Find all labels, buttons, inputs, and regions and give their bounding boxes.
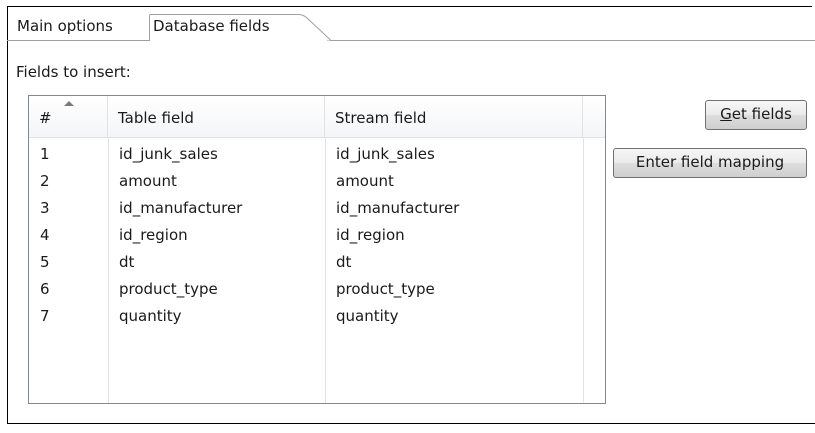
table-row[interactable]: 6 product_type product_type [29, 278, 605, 305]
stream-field-cell[interactable]: quantity [325, 305, 399, 332]
panel-bottom-border [7, 423, 815, 424]
row-number: 2 [40, 172, 50, 190]
stream-field-cell[interactable]: product_type [325, 278, 435, 305]
table-header: # Table field Stream field [29, 96, 605, 138]
row-number: 7 [40, 307, 50, 325]
table-field-cell[interactable]: id_manufacturer [108, 197, 242, 224]
stream-field-cell[interactable]: id_region [325, 224, 405, 251]
table-field-cell[interactable]: quantity [108, 305, 182, 332]
tab-database-fields[interactable]: Database fields [149, 14, 335, 41]
table-row-empty[interactable] [29, 332, 605, 359]
table-row[interactable]: 2 amount amount [29, 170, 605, 197]
column-header-label: Stream field [335, 109, 427, 127]
fields-table[interactable]: # Table field Stream field 1 id_junk_sal… [28, 95, 606, 404]
enter-field-mapping-button[interactable]: Enter field mapping [613, 148, 807, 178]
column-header-filler [583, 96, 605, 137]
table-row[interactable]: 5 dt dt [29, 251, 605, 278]
tab-bar: Main options Database fields [7, 6, 815, 42]
table-field-cell[interactable]: dt [108, 251, 134, 278]
stream-field-cell[interactable]: amount [325, 170, 394, 197]
get-fields-mnemonic: G [720, 105, 732, 123]
sort-ascending-icon [64, 101, 74, 106]
table-field-cell[interactable]: amount [108, 170, 177, 197]
stream-field-cell[interactable]: dt [325, 251, 351, 278]
get-fields-label: et fields [731, 105, 792, 123]
table-row[interactable]: 7 quantity quantity [29, 305, 605, 332]
stream-field-cell[interactable]: id_manufacturer [325, 197, 459, 224]
get-fields-button[interactable]: Get fields [705, 100, 807, 130]
stream-field-cell[interactable]: id_junk_sales [325, 143, 435, 170]
column-header-table-field[interactable]: Table field [108, 96, 325, 137]
row-number: 1 [40, 145, 50, 163]
table-field-cell[interactable]: id_region [108, 224, 188, 251]
table-field-cell[interactable]: product_type [108, 278, 218, 305]
tab-bar-divider-right [327, 40, 815, 41]
table-row[interactable]: 1 id_junk_sales id_junk_sales [29, 143, 605, 170]
tab-main-options[interactable]: Main options [13, 14, 153, 41]
column-header-number[interactable]: # [29, 96, 108, 137]
row-number: 4 [40, 226, 50, 244]
table-row[interactable]: 4 id_region id_region [29, 224, 605, 251]
column-header-label: # [39, 109, 52, 127]
table-field-cell[interactable]: id_junk_sales [108, 143, 218, 170]
fields-to-insert-label: Fields to insert: [16, 63, 131, 81]
row-number: 6 [40, 280, 50, 298]
table-row[interactable]: 3 id_manufacturer id_manufacturer [29, 197, 605, 224]
row-number: 3 [40, 199, 50, 217]
column-header-label: Table field [118, 109, 194, 127]
row-number: 5 [40, 253, 50, 271]
column-header-stream-field[interactable]: Stream field [325, 96, 583, 137]
